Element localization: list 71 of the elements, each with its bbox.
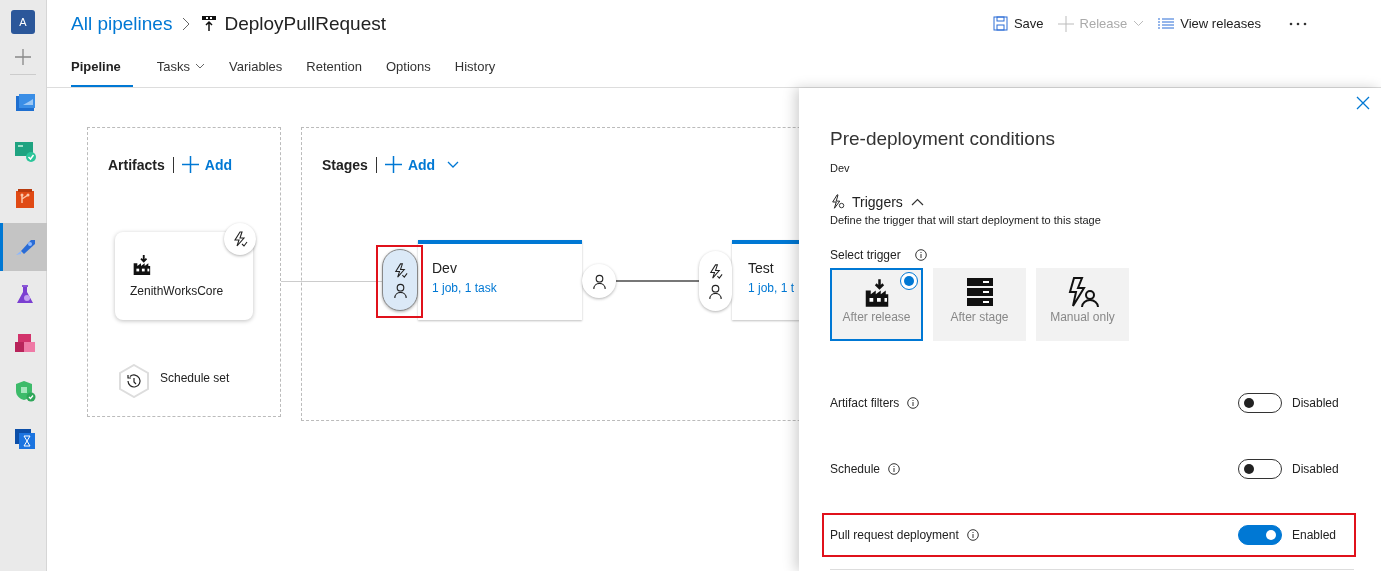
section-description: Define the trigger that will start deployment to this stage	[830, 214, 1102, 226]
chevron-icon	[182, 16, 191, 31]
pipeline-title: DeployPullRequest	[224, 12, 386, 35]
artifacts-heading: Artifacts	[108, 156, 165, 173]
toggle-switch[interactable]	[1238, 525, 1282, 545]
lightning-icon	[231, 230, 249, 248]
artifact-card[interactable]: ZenithWorksCore	[115, 232, 253, 320]
tab[interactable]: Retention	[294, 47, 374, 87]
schedule-label: Schedule set	[160, 371, 230, 385]
plus-icon	[181, 156, 199, 173]
more-icon[interactable]	[1289, 21, 1307, 26]
radio-icon	[900, 272, 918, 290]
artifact-name: ZenithWorksCore	[130, 284, 225, 298]
breadcrumb-link[interactable]: All pipelines	[71, 12, 173, 35]
caret-icon	[1133, 20, 1145, 28]
toggle-status: Disabled	[1292, 462, 1340, 476]
stage-name: Test	[748, 260, 774, 276]
package-icon	[12, 331, 37, 355]
stage-card[interactable]: Test 1 job, 1 t	[732, 240, 799, 320]
setting-label: Artifact filters	[830, 396, 900, 410]
hourglass-icon	[12, 427, 37, 451]
add-artifact-button[interactable]: Add	[181, 156, 232, 173]
panel-title: Pre-deployment conditions	[830, 128, 1056, 150]
stage-name: Dev	[830, 162, 851, 174]
schedule-icon[interactable]	[118, 364, 150, 398]
person-icon	[590, 272, 608, 290]
plus-icon	[384, 156, 402, 173]
tab[interactable]: Options	[374, 47, 443, 87]
view-button[interactable]: View releases	[1158, 16, 1261, 32]
stage-summary-link[interactable]: 1 job, 1 t	[748, 281, 795, 295]
post-deployment-button[interactable]	[582, 264, 616, 298]
tab[interactable]: History	[442, 47, 508, 87]
list-icon	[1158, 17, 1175, 30]
tab[interactable]: Pipeline	[71, 47, 133, 87]
pre-deployment-button[interactable]	[382, 249, 418, 311]
stages-heading: Stages	[322, 156, 368, 173]
info-icon[interactable]	[966, 529, 979, 541]
toggle-switch[interactable]	[1238, 393, 1282, 413]
close-icon	[1356, 96, 1370, 110]
pipeline-icon	[202, 15, 217, 32]
lightning-icon	[707, 262, 724, 280]
field-label: Select trigger	[830, 248, 901, 262]
person-icon	[707, 282, 724, 300]
stage-name: Dev	[432, 260, 457, 276]
caret-icon	[195, 63, 206, 70]
person-icon	[391, 281, 409, 299]
caret-icon	[447, 161, 460, 168]
stage-card[interactable]: Dev 1 job, 1 task	[418, 240, 582, 320]
caret-icon	[910, 198, 924, 206]
toggle-switch[interactable]	[1238, 459, 1282, 479]
toggle-status: Disabled	[1292, 396, 1340, 410]
info-icon[interactable]	[888, 463, 901, 475]
setting-label: Pull request deployment	[830, 528, 959, 542]
nav-item[interactable]	[0, 223, 47, 271]
save-icon	[992, 16, 1008, 32]
board-icon	[12, 139, 37, 163]
info-icon[interactable]	[907, 397, 920, 409]
lightning-icon	[830, 194, 846, 210]
info-icon[interactable]	[914, 249, 927, 261]
pre-deployment-button[interactable]	[699, 251, 732, 311]
org-avatar[interactable]: A	[11, 10, 35, 34]
stage-summary-link[interactable]: 1 job, 1 task	[432, 281, 497, 295]
save-button[interactable]: Save	[992, 16, 1044, 32]
setting-label: Schedule	[830, 462, 881, 476]
tab[interactable]: Tasks	[144, 47, 218, 87]
trigger-badge[interactable]	[224, 223, 256, 255]
add-stage-button[interactable]: Add	[384, 156, 460, 173]
toggle-status: Enabled	[1292, 528, 1338, 542]
tab[interactable]: Variables	[217, 47, 295, 87]
plus-icon	[1057, 15, 1074, 32]
triggers-section-toggle[interactable]: Triggers	[830, 194, 924, 210]
